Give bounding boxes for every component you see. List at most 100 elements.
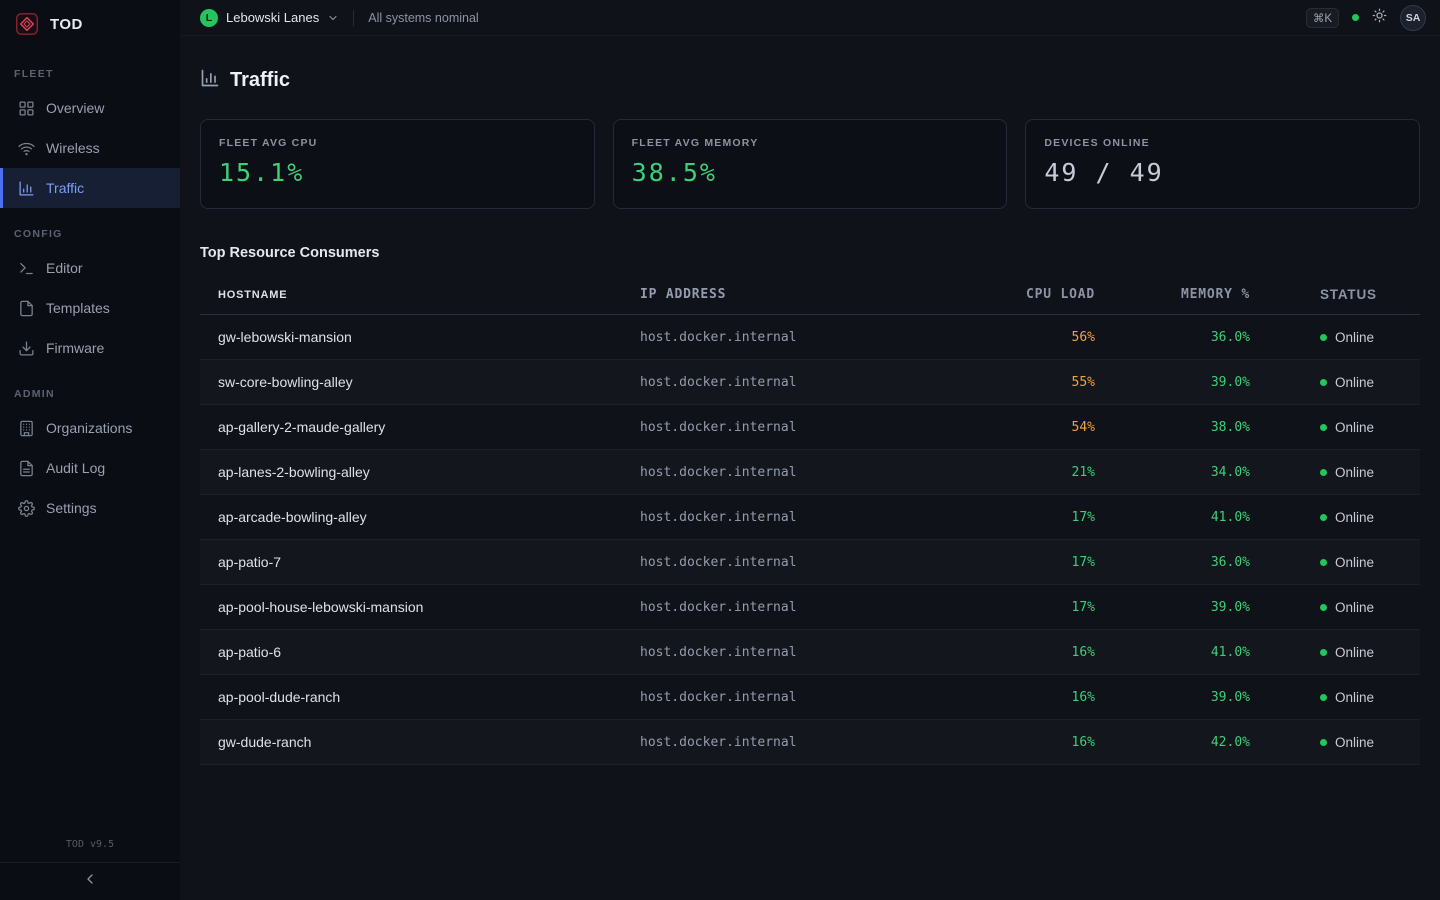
gear-icon xyxy=(18,500,35,517)
memory-cell: 39.0% xyxy=(1095,375,1250,390)
sidebar-item-label: Editor xyxy=(46,260,83,276)
main-area: L Lebowski Lanes All systems nominal ⌘K … xyxy=(180,0,1440,900)
sidebar-item-traffic[interactable]: Traffic xyxy=(0,168,180,208)
column-header-memory-[interactable]: MEMORY % xyxy=(1095,287,1250,302)
stat-card: FLEET AVG MEMORY 38.5% xyxy=(613,119,1008,209)
download-icon xyxy=(18,340,35,357)
hostname-cell: ap-patio-7 xyxy=(200,554,640,570)
org-name: Lebowski Lanes xyxy=(226,10,319,25)
table-row[interactable]: ap-lanes-2-bowling-alleyhost.docker.inte… xyxy=(200,450,1420,495)
memory-cell: 36.0% xyxy=(1095,330,1250,345)
table-body: gw-lebowski-mansionhost.docker.internal5… xyxy=(200,315,1420,765)
top-bar: L Lebowski Lanes All systems nominal ⌘K … xyxy=(180,0,1440,36)
online-status-dot xyxy=(1320,514,1327,521)
table-row[interactable]: sw-core-bowling-alleyhost.docker.interna… xyxy=(200,360,1420,405)
sidebar-item-label: Templates xyxy=(46,300,110,316)
status-text: Online xyxy=(1335,555,1374,570)
app-logo[interactable]: TOD xyxy=(0,0,180,48)
sidebar-item-organizations[interactable]: Organizations xyxy=(0,408,180,448)
cpu-load-cell: 55% xyxy=(970,375,1095,390)
system-status-text: All systems nominal xyxy=(368,11,478,25)
chevron-left-icon xyxy=(82,871,98,892)
status-text: Online xyxy=(1335,510,1374,525)
table-row[interactable]: ap-patio-7host.docker.internal17%36.0%On… xyxy=(200,540,1420,585)
hostname-cell: ap-patio-6 xyxy=(200,644,640,660)
cpu-load-cell: 16% xyxy=(970,690,1095,705)
table-row[interactable]: ap-patio-6host.docker.internal16%41.0%On… xyxy=(200,630,1420,675)
sun-icon xyxy=(1372,8,1387,28)
status-cell: Online xyxy=(1250,510,1420,525)
online-status-dot xyxy=(1320,559,1327,566)
stat-label: FLEET AVG MEMORY xyxy=(632,137,989,149)
online-status-dot xyxy=(1320,469,1327,476)
table-row[interactable]: gw-lebowski-mansionhost.docker.internal5… xyxy=(200,315,1420,360)
stat-value: 15.1% xyxy=(219,158,576,187)
page-content: Traffic FLEET AVG CPU 15.1% FLEET AVG MEMO… xyxy=(180,36,1440,765)
memory-cell: 41.0% xyxy=(1095,645,1250,660)
table-row[interactable]: gw-dude-ranchhost.docker.internal16%42.0… xyxy=(200,720,1420,765)
table-row[interactable]: ap-arcade-bowling-alleyhost.docker.inter… xyxy=(200,495,1420,540)
ip-address-cell: host.docker.internal xyxy=(640,735,970,750)
top-consumers-table: HOSTNAMEIP ADDRESSCPU LOADMEMORY %STATUS… xyxy=(200,275,1420,765)
ip-address-cell: host.docker.internal xyxy=(640,420,970,435)
memory-cell: 38.0% xyxy=(1095,420,1250,435)
memory-cell: 34.0% xyxy=(1095,465,1250,480)
sidebar-item-label: Audit Log xyxy=(46,460,105,476)
status-text: Online xyxy=(1335,645,1374,660)
column-header-cpu-load[interactable]: CPU LOAD xyxy=(970,287,1095,302)
column-header-hostname[interactable]: HOSTNAME xyxy=(200,289,640,301)
column-header-status[interactable]: STATUS xyxy=(1250,287,1420,302)
stat-value: 49 / 49 xyxy=(1044,158,1401,187)
table-row[interactable]: ap-gallery-2-maude-galleryhost.docker.in… xyxy=(200,405,1420,450)
memory-cell: 42.0% xyxy=(1095,735,1250,750)
cpu-load-cell: 17% xyxy=(970,555,1095,570)
table-row[interactable]: ap-pool-house-lebowski-mansionhost.docke… xyxy=(200,585,1420,630)
status-text: Online xyxy=(1335,465,1374,480)
traffic-chart-icon xyxy=(200,68,220,93)
table-row[interactable]: ap-pool-dude-ranchhost.docker.internal16… xyxy=(200,675,1420,720)
status-cell: Online xyxy=(1250,645,1420,660)
status-cell: Online xyxy=(1250,555,1420,570)
ip-address-cell: host.docker.internal xyxy=(640,600,970,615)
sidebar-item-wireless[interactable]: Wireless xyxy=(0,128,180,168)
status-cell: Online xyxy=(1250,465,1420,480)
sidebar-item-overview[interactable]: Overview xyxy=(0,88,180,128)
sidebar-item-editor[interactable]: Editor xyxy=(0,248,180,288)
status-text: Online xyxy=(1335,330,1374,345)
stat-value: 38.5% xyxy=(632,158,989,187)
page-title-row: Traffic xyxy=(200,68,1420,93)
sidebar-item-settings[interactable]: Settings xyxy=(0,488,180,528)
wifi-icon xyxy=(18,140,35,157)
page-title: Traffic xyxy=(230,69,290,92)
ip-address-cell: host.docker.internal xyxy=(640,330,970,345)
chevron-down-icon xyxy=(327,12,339,24)
column-header-ip-address[interactable]: IP ADDRESS xyxy=(640,287,970,302)
bar-chart-icon xyxy=(18,180,35,197)
cpu-load-cell: 21% xyxy=(970,465,1095,480)
hostname-cell: ap-pool-house-lebowski-mansion xyxy=(200,599,640,615)
table-title: Top Resource Consumers xyxy=(200,245,1420,261)
memory-cell: 41.0% xyxy=(1095,510,1250,525)
stat-label: FLEET AVG CPU xyxy=(219,137,576,149)
sidebar-item-label: Wireless xyxy=(46,140,100,156)
ip-address-cell: host.docker.internal xyxy=(640,375,970,390)
command-palette-shortcut[interactable]: ⌘K xyxy=(1306,8,1339,28)
sidebar-item-label: Overview xyxy=(46,100,104,116)
sidebar-item-firmware[interactable]: Firmware xyxy=(0,328,180,368)
org-switcher[interactable]: L Lebowski Lanes xyxy=(200,9,339,27)
memory-cell: 36.0% xyxy=(1095,555,1250,570)
online-status-dot xyxy=(1320,334,1327,341)
stat-label: DEVICES ONLINE xyxy=(1044,137,1401,149)
health-status-dot xyxy=(1352,14,1359,21)
sidebar-item-audit-log[interactable]: Audit Log xyxy=(0,448,180,488)
nav-section-label: FLEET xyxy=(0,48,180,88)
sidebar-collapse-button[interactable] xyxy=(0,862,180,900)
online-status-dot xyxy=(1320,604,1327,611)
theme-toggle-button[interactable] xyxy=(1372,8,1387,28)
status-text: Online xyxy=(1335,375,1374,390)
online-status-dot xyxy=(1320,424,1327,431)
sidebar-item-templates[interactable]: Templates xyxy=(0,288,180,328)
user-avatar[interactable]: SA xyxy=(1400,5,1426,31)
tod-logo-icon xyxy=(14,11,40,37)
app-version: TOD v9.5 xyxy=(0,829,180,862)
